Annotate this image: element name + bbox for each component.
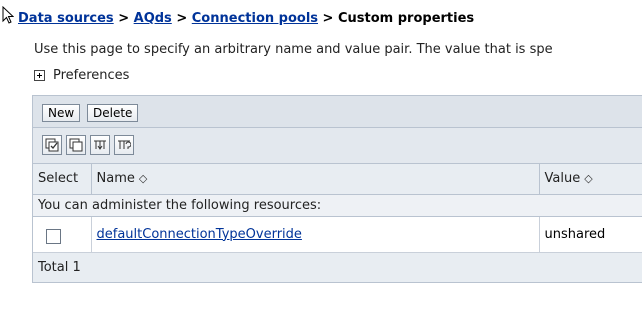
delete-button[interactable]: Delete <box>87 104 139 122</box>
sort-icon[interactable]: ◇ <box>584 172 592 185</box>
breadcrumb-link-data-sources[interactable]: Data sources <box>18 11 114 26</box>
resource-table: Select Name ◇ Value ◇ You can administer t… <box>33 164 642 283</box>
row-select-cell <box>33 216 92 253</box>
value-cell: unshared <box>539 216 642 253</box>
table-total: Total 1 <box>33 252 642 283</box>
page-title: Custom properties <box>337 11 475 26</box>
icon-toolbar <box>33 128 642 164</box>
mouse-cursor-icon <box>2 6 14 24</box>
row-checkbox[interactable] <box>46 228 61 244</box>
name-cell: defaultConnectionTypeOverride <box>91 216 540 253</box>
button-toolbar: New Delete <box>33 96 642 128</box>
page-description: Use this page to specify an arbitrary na… <box>34 42 553 57</box>
breadcrumb: Data sources > AQds > Connection pools >… <box>18 11 475 26</box>
column-header-name[interactable]: Name ◇ <box>91 164 540 195</box>
deselect-all-icon[interactable] <box>66 135 86 155</box>
expand-plus-icon[interactable] <box>34 70 45 81</box>
breadcrumb-link-aqds[interactable]: AQds <box>134 11 172 26</box>
preferences-toggle[interactable]: Preferences <box>34 68 129 83</box>
table-message: You can administer the following resourc… <box>33 194 642 217</box>
resource-panel: New Delete Select Name ◇ Value ◇ You can a… <box>32 95 642 283</box>
sort-icon[interactable]: ◇ <box>139 172 147 185</box>
clear-filter-icon[interactable] <box>114 135 134 155</box>
table-row: defaultConnectionTypeOverride unshared <box>33 216 642 253</box>
column-header-select: Select <box>33 164 92 195</box>
preferences-label: Preferences <box>53 68 130 83</box>
select-all-icon[interactable] <box>42 135 62 155</box>
column-header-value[interactable]: Value ◇ <box>539 164 642 195</box>
show-filter-icon[interactable] <box>90 135 110 155</box>
new-button[interactable]: New <box>42 104 81 122</box>
breadcrumb-link-connection-pools[interactable]: Connection pools <box>192 11 318 26</box>
property-name-link[interactable]: defaultConnectionTypeOverride <box>97 227 302 242</box>
